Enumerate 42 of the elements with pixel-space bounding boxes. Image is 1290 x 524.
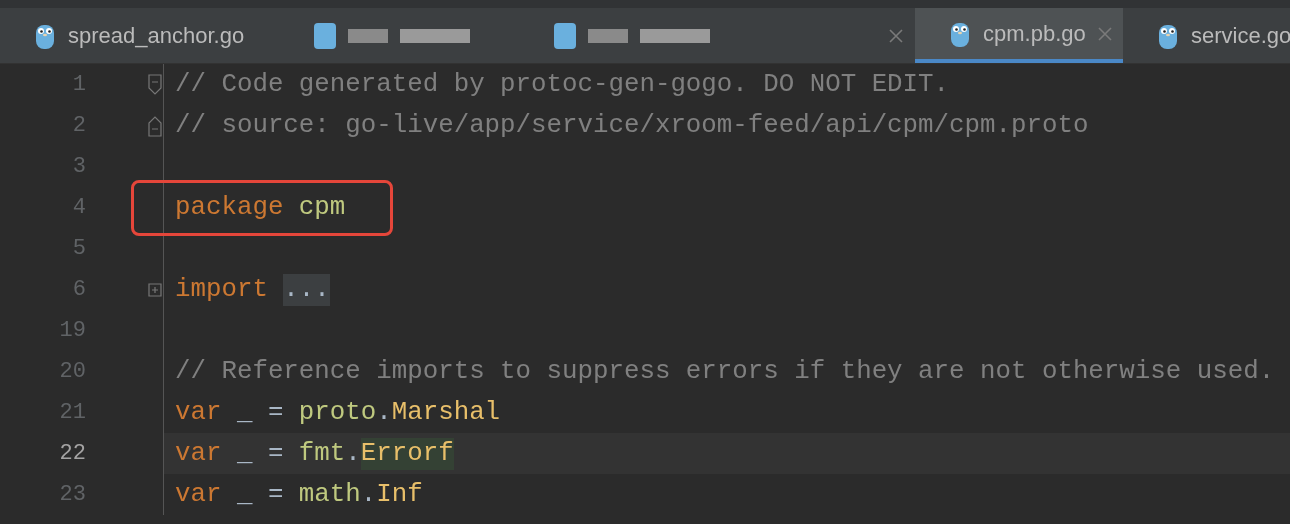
code-token: math bbox=[298, 478, 361, 511]
code-token: proto bbox=[298, 396, 377, 429]
line-number: 23 bbox=[59, 481, 86, 509]
tab-label: cpm.pb.go bbox=[983, 20, 1086, 48]
line-number: 21 bbox=[59, 399, 86, 427]
code-token: . bbox=[360, 478, 377, 511]
code-token: Inf bbox=[376, 478, 423, 511]
code-token: // Reference imports to suppress errors if they are not otherwise used. bbox=[175, 355, 1275, 388]
folded-code[interactable]: ... bbox=[283, 273, 330, 306]
code-token: var bbox=[175, 478, 222, 511]
line-number: 2 bbox=[72, 112, 86, 140]
line-number: 5 bbox=[72, 235, 86, 263]
close-icon[interactable] bbox=[1097, 26, 1112, 41]
code-token: . bbox=[376, 396, 392, 429]
line-number: 4 bbox=[72, 194, 86, 222]
close-icon[interactable] bbox=[889, 28, 903, 43]
line-number: 3 bbox=[72, 153, 86, 181]
expand-icon[interactable] bbox=[148, 282, 162, 297]
line-number: 22 bbox=[59, 440, 86, 468]
code-token: . bbox=[345, 437, 361, 470]
fold-icon[interactable] bbox=[148, 73, 162, 96]
code-token: _ = bbox=[236, 437, 284, 470]
tab-label: spread_anchor.go bbox=[68, 22, 245, 50]
line-number: 1 bbox=[72, 71, 86, 99]
code-token: Errorf bbox=[360, 437, 454, 470]
line-number: 19 bbox=[59, 317, 86, 345]
code-token: cpm bbox=[298, 191, 346, 224]
code-token: fmt bbox=[298, 437, 346, 470]
code-token: // source: go-live/app/service/xroom-feed/api/cpm/cpm.proto bbox=[175, 109, 1089, 142]
code-token: _ = bbox=[236, 478, 284, 511]
line-number: 20 bbox=[59, 358, 86, 386]
code-token: var bbox=[175, 437, 222, 470]
editor-tab[interactable]: cpm.pb.go bbox=[915, 8, 1123, 63]
fold-icon[interactable] bbox=[148, 114, 162, 137]
code-token: _ = bbox=[236, 396, 284, 429]
code-token: package bbox=[175, 191, 284, 224]
line-number: 6 bbox=[72, 276, 86, 304]
code-token: Marshal bbox=[391, 396, 501, 429]
tab-label: service.go bbox=[1191, 22, 1290, 50]
code-token: // Code generated by protoc-gen-gogo. DO NOT EDIT. bbox=[175, 68, 950, 101]
code-token: import bbox=[175, 273, 268, 306]
code-token: var bbox=[175, 396, 222, 429]
